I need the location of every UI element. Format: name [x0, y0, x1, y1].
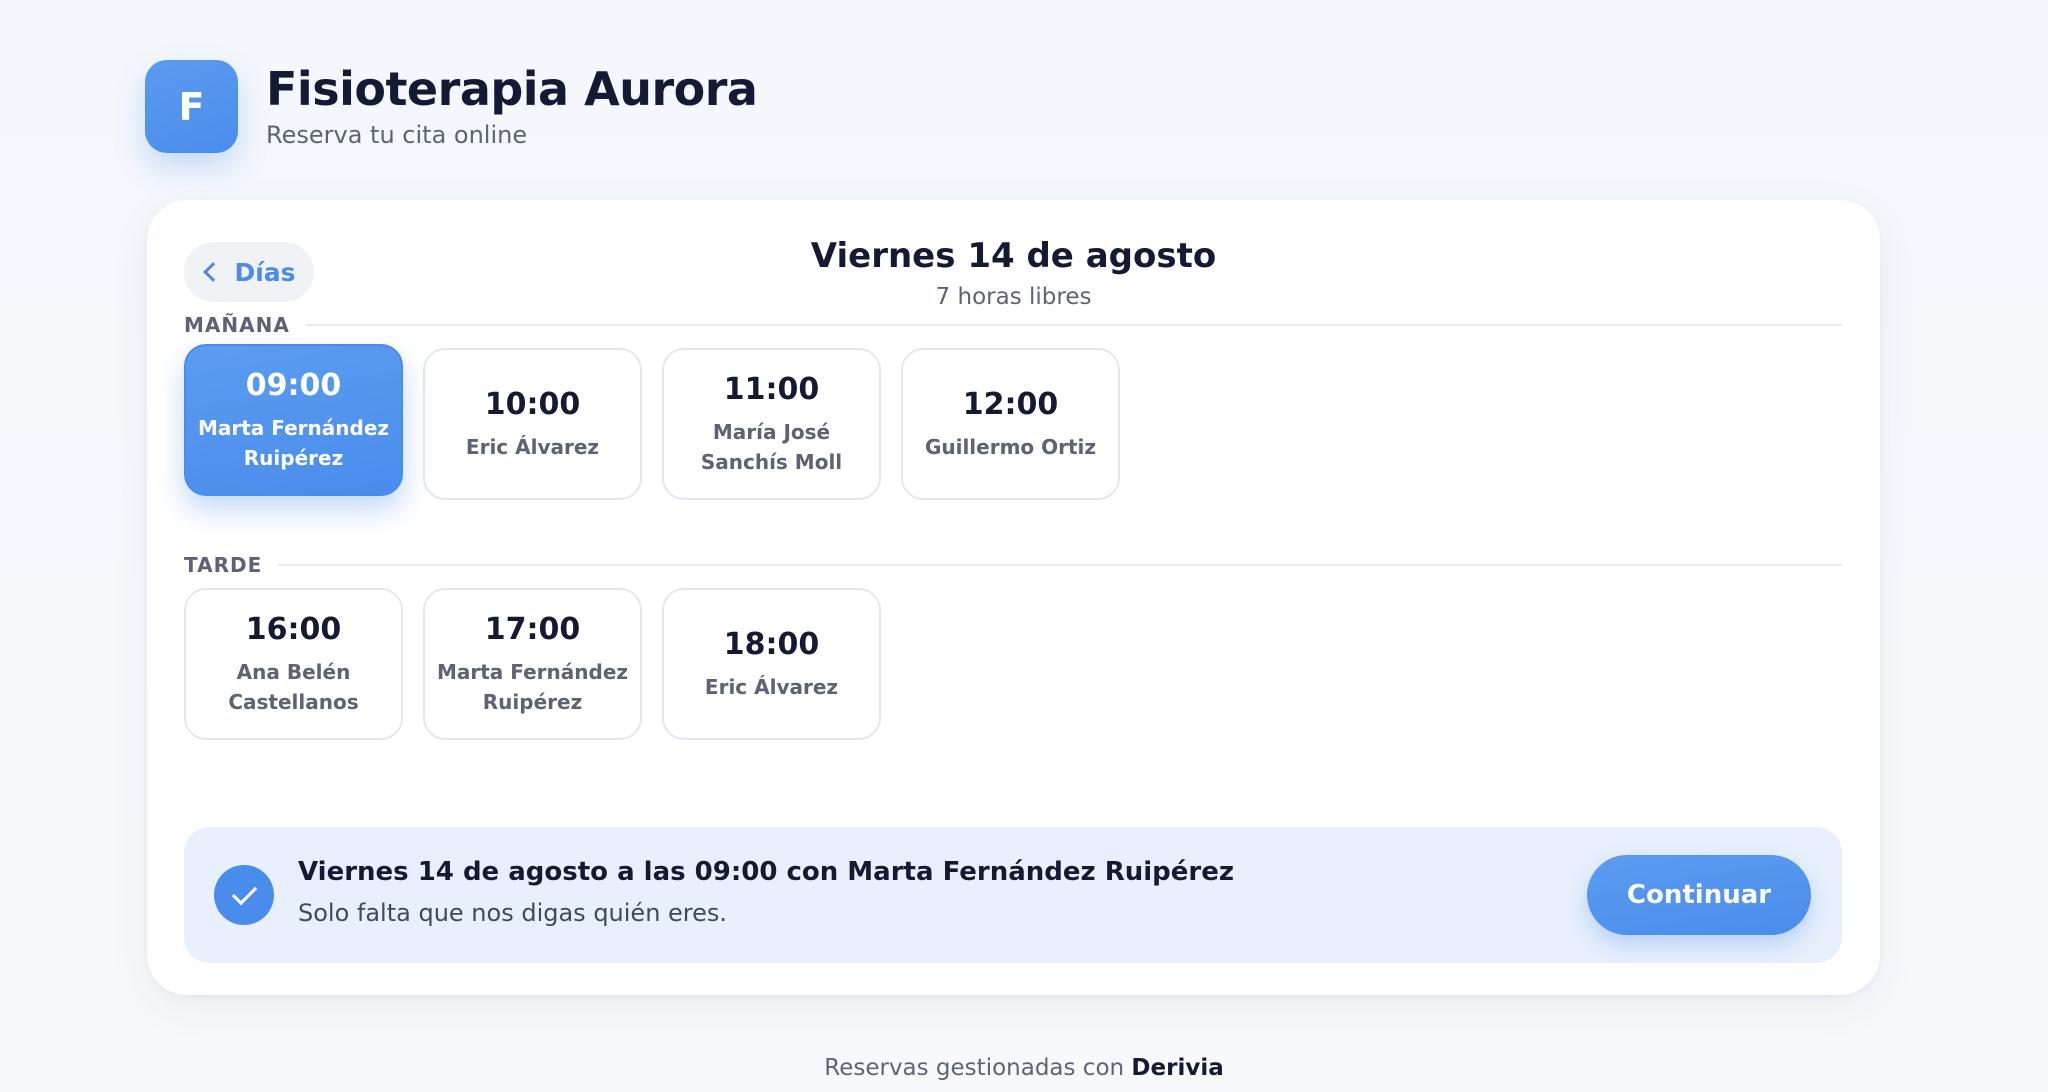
slot-time: 11:00 [723, 371, 820, 407]
slot-therapist: María José Sanchís Moll [700, 419, 843, 474]
clinic-tagline: Reserva tu cita online [266, 120, 528, 149]
morning-slots: 09:00 Marta Fernández Ruipérez 10:00 Eri… [184, 344, 1140, 500]
time-slot-1800[interactable]: 18:00 Eric Álvarez [662, 588, 881, 740]
continue-button[interactable]: Continuar [1587, 855, 1811, 935]
slot-therapist: Marta Fernández Ruipérez [436, 659, 629, 714]
summary-title: Viernes 14 de agosto a las 09:00 con Mar… [298, 857, 1234, 887]
slot-therapist: Eric Álvarez [704, 674, 839, 699]
slot-therapist: Guillermo Ortiz [924, 434, 1097, 459]
booking-page: F Fisioterapia Aurora Reserva tu cita on… [0, 0, 2048, 1092]
slot-time: 16:00 [245, 611, 342, 647]
check-icon [214, 865, 274, 925]
section-divider [278, 564, 1842, 566]
afternoon-slots: 16:00 Ana Belén Castellanos 17:00 Marta … [184, 588, 901, 740]
slot-time: 18:00 [723, 626, 820, 662]
clinic-name: Fisioterapia Aurora [266, 62, 758, 117]
section-morning-label: MAÑANA [184, 313, 290, 337]
slot-time: 10:00 [484, 386, 581, 422]
brand: Fisioterapia Aurora Reserva tu cita onli… [266, 62, 758, 149]
time-slot-1200[interactable]: 12:00 Guillermo Ortiz [901, 348, 1120, 500]
clinic-logo: F [145, 60, 238, 153]
slot-time: 09:00 [245, 367, 342, 403]
slot-therapist: Eric Álvarez [465, 434, 600, 459]
selected-day-title: Viernes 14 de agosto [810, 236, 1217, 276]
time-slot-0900[interactable]: 09:00 Marta Fernández Ruipérez [184, 344, 403, 496]
booking-summary: Viernes 14 de agosto a las 09:00 con Mar… [184, 827, 1842, 963]
time-slot-1600[interactable]: 16:00 Ana Belén Castellanos [184, 588, 403, 740]
slot-time: 17:00 [484, 611, 581, 647]
slot-therapist: Marta Fernández Ruipérez [197, 415, 390, 470]
slot-therapist: Ana Belén Castellanos [228, 659, 359, 714]
footer-text: Reservas gestionadas con [824, 1055, 1132, 1081]
footer-brand-link[interactable]: Derivia [1131, 1055, 1223, 1081]
time-slot-1000[interactable]: 10:00 Eric Álvarez [423, 348, 642, 500]
booking-card: Días Viernes 14 de agosto 7 horas libres… [147, 200, 1880, 995]
section-morning: MAÑANA [184, 313, 1842, 337]
section-afternoon-label: TARDE [184, 553, 263, 577]
slot-time: 12:00 [962, 386, 1059, 422]
time-slot-1700[interactable]: 17:00 Marta Fernández Ruipérez [423, 588, 642, 740]
section-divider [305, 324, 1842, 326]
header: F Fisioterapia Aurora Reserva tu cita on… [145, 60, 758, 153]
summary-subtitle: Solo falta que nos digas quién eres. [298, 899, 728, 927]
section-afternoon: TARDE [184, 553, 1842, 577]
footer: Reservas gestionadas con Derivia [0, 1055, 2048, 1081]
free-hours-count: 7 horas libres [935, 284, 1092, 310]
time-slot-1100[interactable]: 11:00 María José Sanchís Moll [662, 348, 881, 500]
